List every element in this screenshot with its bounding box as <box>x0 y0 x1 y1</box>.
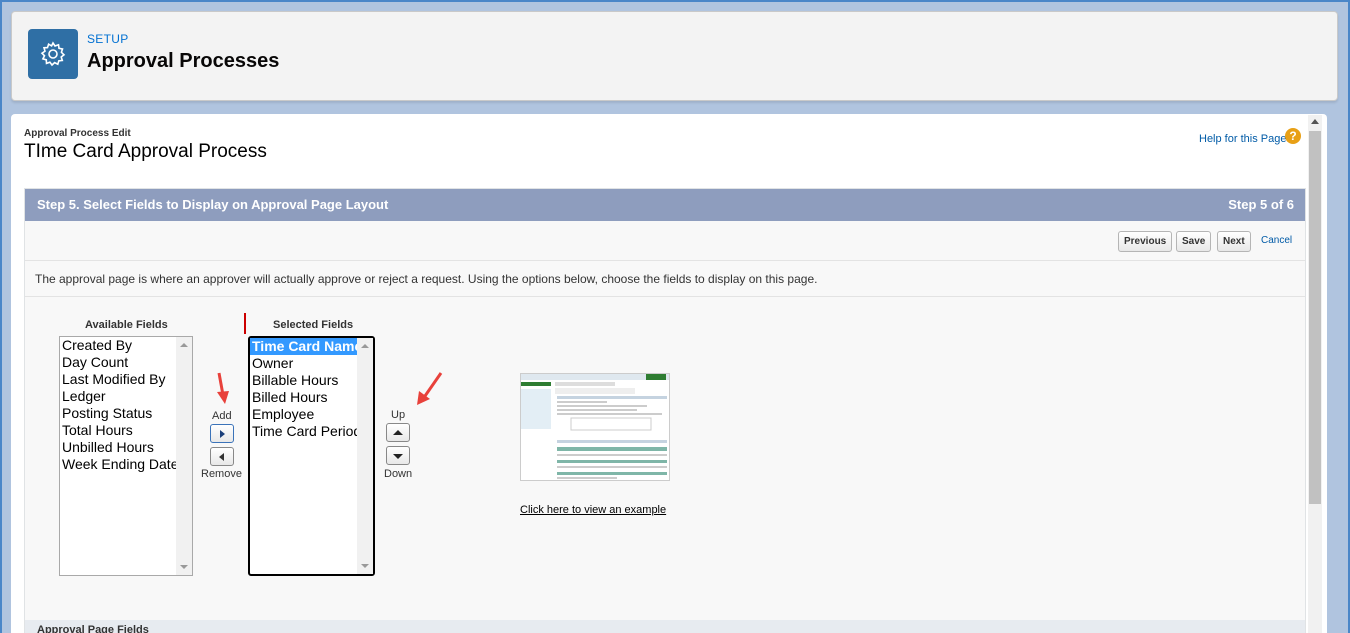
remove-button[interactable] <box>210 447 234 466</box>
up-label: Up <box>391 409 406 421</box>
selected-fields-list[interactable]: Time Card Name Owner Billable Hours Billed … <box>248 336 375 576</box>
setup-label: SETUP <box>87 32 129 46</box>
page-title: TIme Card Approval Process <box>24 141 267 162</box>
scroll-down-icon[interactable] <box>180 565 188 569</box>
list-option[interactable]: Billable Hours <box>250 372 373 389</box>
arrow-up-icon <box>393 429 403 435</box>
selected-list-scrollbar[interactable] <box>357 338 373 574</box>
list-option[interactable]: Unbilled Hours <box>60 439 192 456</box>
list-option[interactable]: Created By <box>60 337 192 354</box>
previous-button[interactable]: Previous <box>1118 231 1173 252</box>
list-option[interactable]: Time Card Name <box>250 338 373 355</box>
cancel-link[interactable]: Cancel <box>1261 235 1292 246</box>
list-option[interactable]: Owner <box>250 355 373 372</box>
scroll-down-icon[interactable] <box>361 564 369 568</box>
step-count: Step 5 of 6 <box>1228 197 1294 212</box>
list-option[interactable]: Employee <box>250 406 373 423</box>
required-marker <box>244 313 246 334</box>
approval-page-fields-header: Approval Page Fields <box>37 624 149 633</box>
page-type-label: Approval Process Edit <box>24 128 131 139</box>
description-text: The approval page is where an approver w… <box>35 272 818 286</box>
arrow-right-icon <box>220 429 225 438</box>
available-fields-label: Available Fields <box>85 319 168 331</box>
scroll-up-icon[interactable] <box>361 344 369 348</box>
remove-label: Remove <box>201 468 242 480</box>
setup-header: SETUP Approval Processes <box>11 11 1338 101</box>
available-list-scrollbar[interactable] <box>176 337 192 575</box>
scroll-thumb[interactable] <box>1309 131 1321 504</box>
add-label: Add <box>212 410 232 422</box>
move-up-button[interactable] <box>386 423 410 442</box>
down-label: Down <box>384 468 413 480</box>
view-example-link[interactable]: Click here to view an example <box>520 504 666 516</box>
add-button[interactable] <box>210 424 234 443</box>
help-icon[interactable]: ? <box>1285 128 1301 144</box>
selected-fields-label: Selected Fields <box>273 319 354 331</box>
list-option[interactable]: Billed Hours <box>250 389 373 406</box>
list-option[interactable]: Day Count <box>60 354 192 371</box>
example-thumbnail[interactable] <box>520 373 670 481</box>
save-button[interactable]: Save <box>1176 231 1212 252</box>
list-option[interactable]: Time Card Period <box>250 423 373 440</box>
approval-page-fields-section <box>25 620 1305 633</box>
arrow-left-icon <box>219 452 224 461</box>
scroll-up-arrow-icon[interactable] <box>1311 119 1319 124</box>
next-button[interactable]: Next <box>1217 231 1251 252</box>
button-row: Previous Save Next Cancel <box>25 221 1305 261</box>
help-link[interactable]: Help for this Page <box>1199 133 1286 145</box>
list-option[interactable]: Posting Status <box>60 405 192 422</box>
page-scrollbar[interactable] <box>1308 115 1322 633</box>
arrow-down-icon <box>393 453 403 459</box>
description-row: The approval page is where an approver w… <box>25 262 1305 297</box>
scroll-up-icon[interactable] <box>180 343 188 347</box>
list-option[interactable]: Ledger <box>60 388 192 405</box>
step-header-bar: Step 5. Select Fields to Display on Appr… <box>25 189 1305 221</box>
list-option[interactable]: Week Ending Date <box>60 456 192 473</box>
list-option[interactable]: Last Modified By <box>60 371 192 388</box>
page-header-title: Approval Processes <box>87 50 280 72</box>
available-fields-list[interactable]: Created By Day Count Last Modified By Ledge… <box>59 336 193 576</box>
gear-icon <box>28 29 78 79</box>
list-option[interactable]: Total Hours <box>60 422 192 439</box>
move-down-button[interactable] <box>386 446 410 465</box>
step-title: Step 5. Select Fields to Display on Appr… <box>37 197 389 212</box>
